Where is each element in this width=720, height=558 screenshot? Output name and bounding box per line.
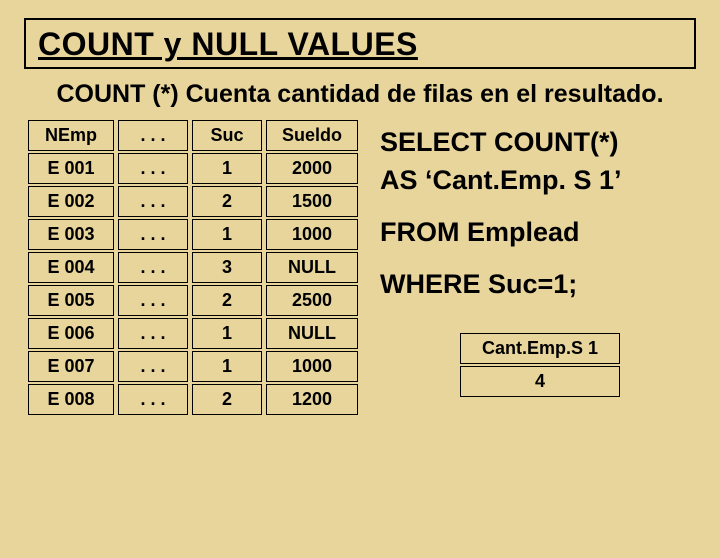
cell-sueldo: 1500 [266, 186, 358, 217]
cell-nemp: E 006 [28, 318, 114, 349]
table-row: E 001 . . . 1 2000 [28, 153, 358, 184]
content-area: NEmp . . . Suc Sueldo E 001 . . . 1 2000… [24, 118, 696, 417]
table-row: E 006 . . . 1 NULL [28, 318, 358, 349]
result-table-wrap: Cant.Emp.S 1 4 [460, 331, 696, 399]
cell-nemp: E 001 [28, 153, 114, 184]
header-suc: Suc [192, 120, 262, 151]
cell-dots: . . . [118, 252, 188, 283]
cell-sueldo: NULL [266, 318, 358, 349]
cell-dots: . . . [118, 384, 188, 415]
cell-dots: . . . [118, 318, 188, 349]
cell-nemp: E 005 [28, 285, 114, 316]
cell-suc: 1 [192, 153, 262, 184]
sql-line-2: AS ‘Cant.Emp. S 1’ [380, 162, 696, 200]
result-value: 4 [460, 366, 620, 397]
header-sueldo: Sueldo [266, 120, 358, 151]
cell-nemp: E 004 [28, 252, 114, 283]
sql-line-1: SELECT COUNT(*) [380, 124, 696, 162]
header-dots: . . . [118, 120, 188, 151]
cell-suc: 1 [192, 219, 262, 250]
table-row: E 004 . . . 3 NULL [28, 252, 358, 283]
cell-sueldo: 1000 [266, 219, 358, 250]
cell-suc: 3 [192, 252, 262, 283]
cell-suc: 1 [192, 351, 262, 382]
title-box: COUNT y NULL VALUES [24, 18, 696, 69]
cell-sueldo: 1200 [266, 384, 358, 415]
result-table: Cant.Emp.S 1 4 [460, 331, 620, 399]
sql-where-block: WHERE Suc=1; [380, 266, 696, 304]
sql-line-3: FROM Emplead [380, 214, 696, 252]
sql-select-block: SELECT COUNT(*) AS ‘Cant.Emp. S 1’ [380, 124, 696, 200]
table-header-row: NEmp . . . Suc Sueldo [28, 120, 358, 151]
cell-sueldo: 2500 [266, 285, 358, 316]
cell-dots: . . . [118, 153, 188, 184]
result-value-row: 4 [460, 366, 620, 397]
slide-title: COUNT y NULL VALUES [38, 26, 682, 63]
table-row: E 002 . . . 2 1500 [28, 186, 358, 217]
table-row: E 007 . . . 1 1000 [28, 351, 358, 382]
cell-sueldo: 1000 [266, 351, 358, 382]
result-header: Cant.Emp.S 1 [460, 333, 620, 364]
result-header-row: Cant.Emp.S 1 [460, 333, 620, 364]
empleados-table: NEmp . . . Suc Sueldo E 001 . . . 1 2000… [24, 118, 362, 417]
data-table-wrap: NEmp . . . Suc Sueldo E 001 . . . 1 2000… [24, 118, 362, 417]
sql-and-result: SELECT COUNT(*) AS ‘Cant.Emp. S 1’ FROM … [362, 118, 696, 417]
cell-nemp: E 003 [28, 219, 114, 250]
cell-suc: 2 [192, 384, 262, 415]
table-row: E 003 . . . 1 1000 [28, 219, 358, 250]
cell-suc: 2 [192, 186, 262, 217]
cell-dots: . . . [118, 285, 188, 316]
cell-sueldo: 2000 [266, 153, 358, 184]
slide-subtitle: COUNT (*) Cuenta cantidad de filas en el… [24, 79, 696, 110]
cell-suc: 1 [192, 318, 262, 349]
cell-nemp: E 007 [28, 351, 114, 382]
table-row: E 008 . . . 2 1200 [28, 384, 358, 415]
sql-from-block: FROM Emplead [380, 214, 696, 252]
cell-nemp: E 008 [28, 384, 114, 415]
cell-dots: . . . [118, 219, 188, 250]
cell-dots: . . . [118, 186, 188, 217]
sql-query: SELECT COUNT(*) AS ‘Cant.Emp. S 1’ FROM … [380, 124, 696, 303]
cell-nemp: E 002 [28, 186, 114, 217]
table-row: E 005 . . . 2 2500 [28, 285, 358, 316]
cell-dots: . . . [118, 351, 188, 382]
header-nemp: NEmp [28, 120, 114, 151]
sql-line-4: WHERE Suc=1; [380, 266, 696, 304]
cell-sueldo: NULL [266, 252, 358, 283]
cell-suc: 2 [192, 285, 262, 316]
